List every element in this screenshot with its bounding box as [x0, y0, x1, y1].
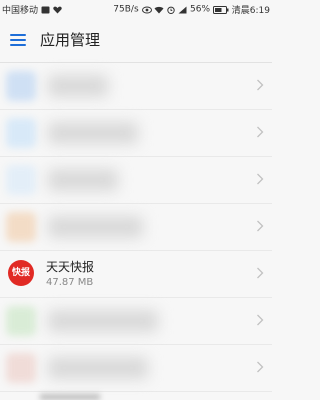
app-size: 47.87 MB — [46, 277, 94, 288]
chevron-right-icon — [257, 173, 264, 185]
hamburger-menu-icon[interactable] — [8, 30, 28, 50]
app-name-blurred — [48, 122, 138, 144]
eye-icon — [141, 6, 152, 13]
list-item[interactable] — [0, 63, 272, 110]
app-name-blurred — [48, 75, 108, 97]
list-item[interactable] — [0, 345, 272, 392]
app-icon-blurred — [6, 306, 36, 336]
app-name-blurred — [48, 357, 148, 379]
app-bar: 应用管理 — [0, 18, 272, 63]
app-name-blurred — [48, 169, 118, 191]
app-icon-blurred — [6, 212, 36, 242]
alarm-icon — [167, 6, 175, 14]
app-icon-blurred — [6, 71, 36, 101]
next-item-peek-blurred — [40, 394, 100, 400]
list-item[interactable] — [0, 110, 272, 157]
chevron-right-icon — [257, 79, 264, 91]
sim-icon — [41, 6, 50, 13]
time-label: 清晨6:19 — [231, 6, 270, 16]
chevron-right-icon — [257, 361, 264, 373]
app-icon-blurred — [6, 165, 36, 195]
page-title: 应用管理 — [40, 31, 101, 49]
list-item[interactable] — [0, 204, 272, 251]
heart-icon — [53, 6, 62, 13]
list-item[interactable]: 快报 天天快报 47.87 MB — [0, 251, 272, 298]
app-list: 快报 天天快报 47.87 MB — [0, 63, 272, 392]
list-item[interactable] — [0, 157, 272, 204]
status-bar: 中国移动 75B/s 56% 清晨6:19 — [0, 0, 272, 18]
chevron-right-icon — [257, 126, 264, 138]
app-name-blurred — [48, 216, 143, 238]
app-icon: 快报 — [8, 260, 34, 286]
app-icon-blurred — [6, 118, 36, 148]
carrier-label: 中国移动 — [2, 6, 39, 16]
battery-icon — [212, 5, 229, 14]
chevron-right-icon — [257, 267, 264, 279]
app-name: 天天快报 — [46, 260, 95, 274]
chevron-right-icon — [257, 220, 264, 232]
chevron-right-icon — [257, 314, 264, 326]
signal-icon — [178, 6, 187, 13]
app-icon-blurred — [6, 353, 36, 383]
list-item[interactable] — [0, 298, 272, 345]
wifi-icon — [154, 6, 164, 13]
battery-percent: 56% — [190, 4, 211, 15]
app-name-blurred — [48, 310, 158, 332]
net-speed-label: 75B/s — [113, 4, 139, 15]
